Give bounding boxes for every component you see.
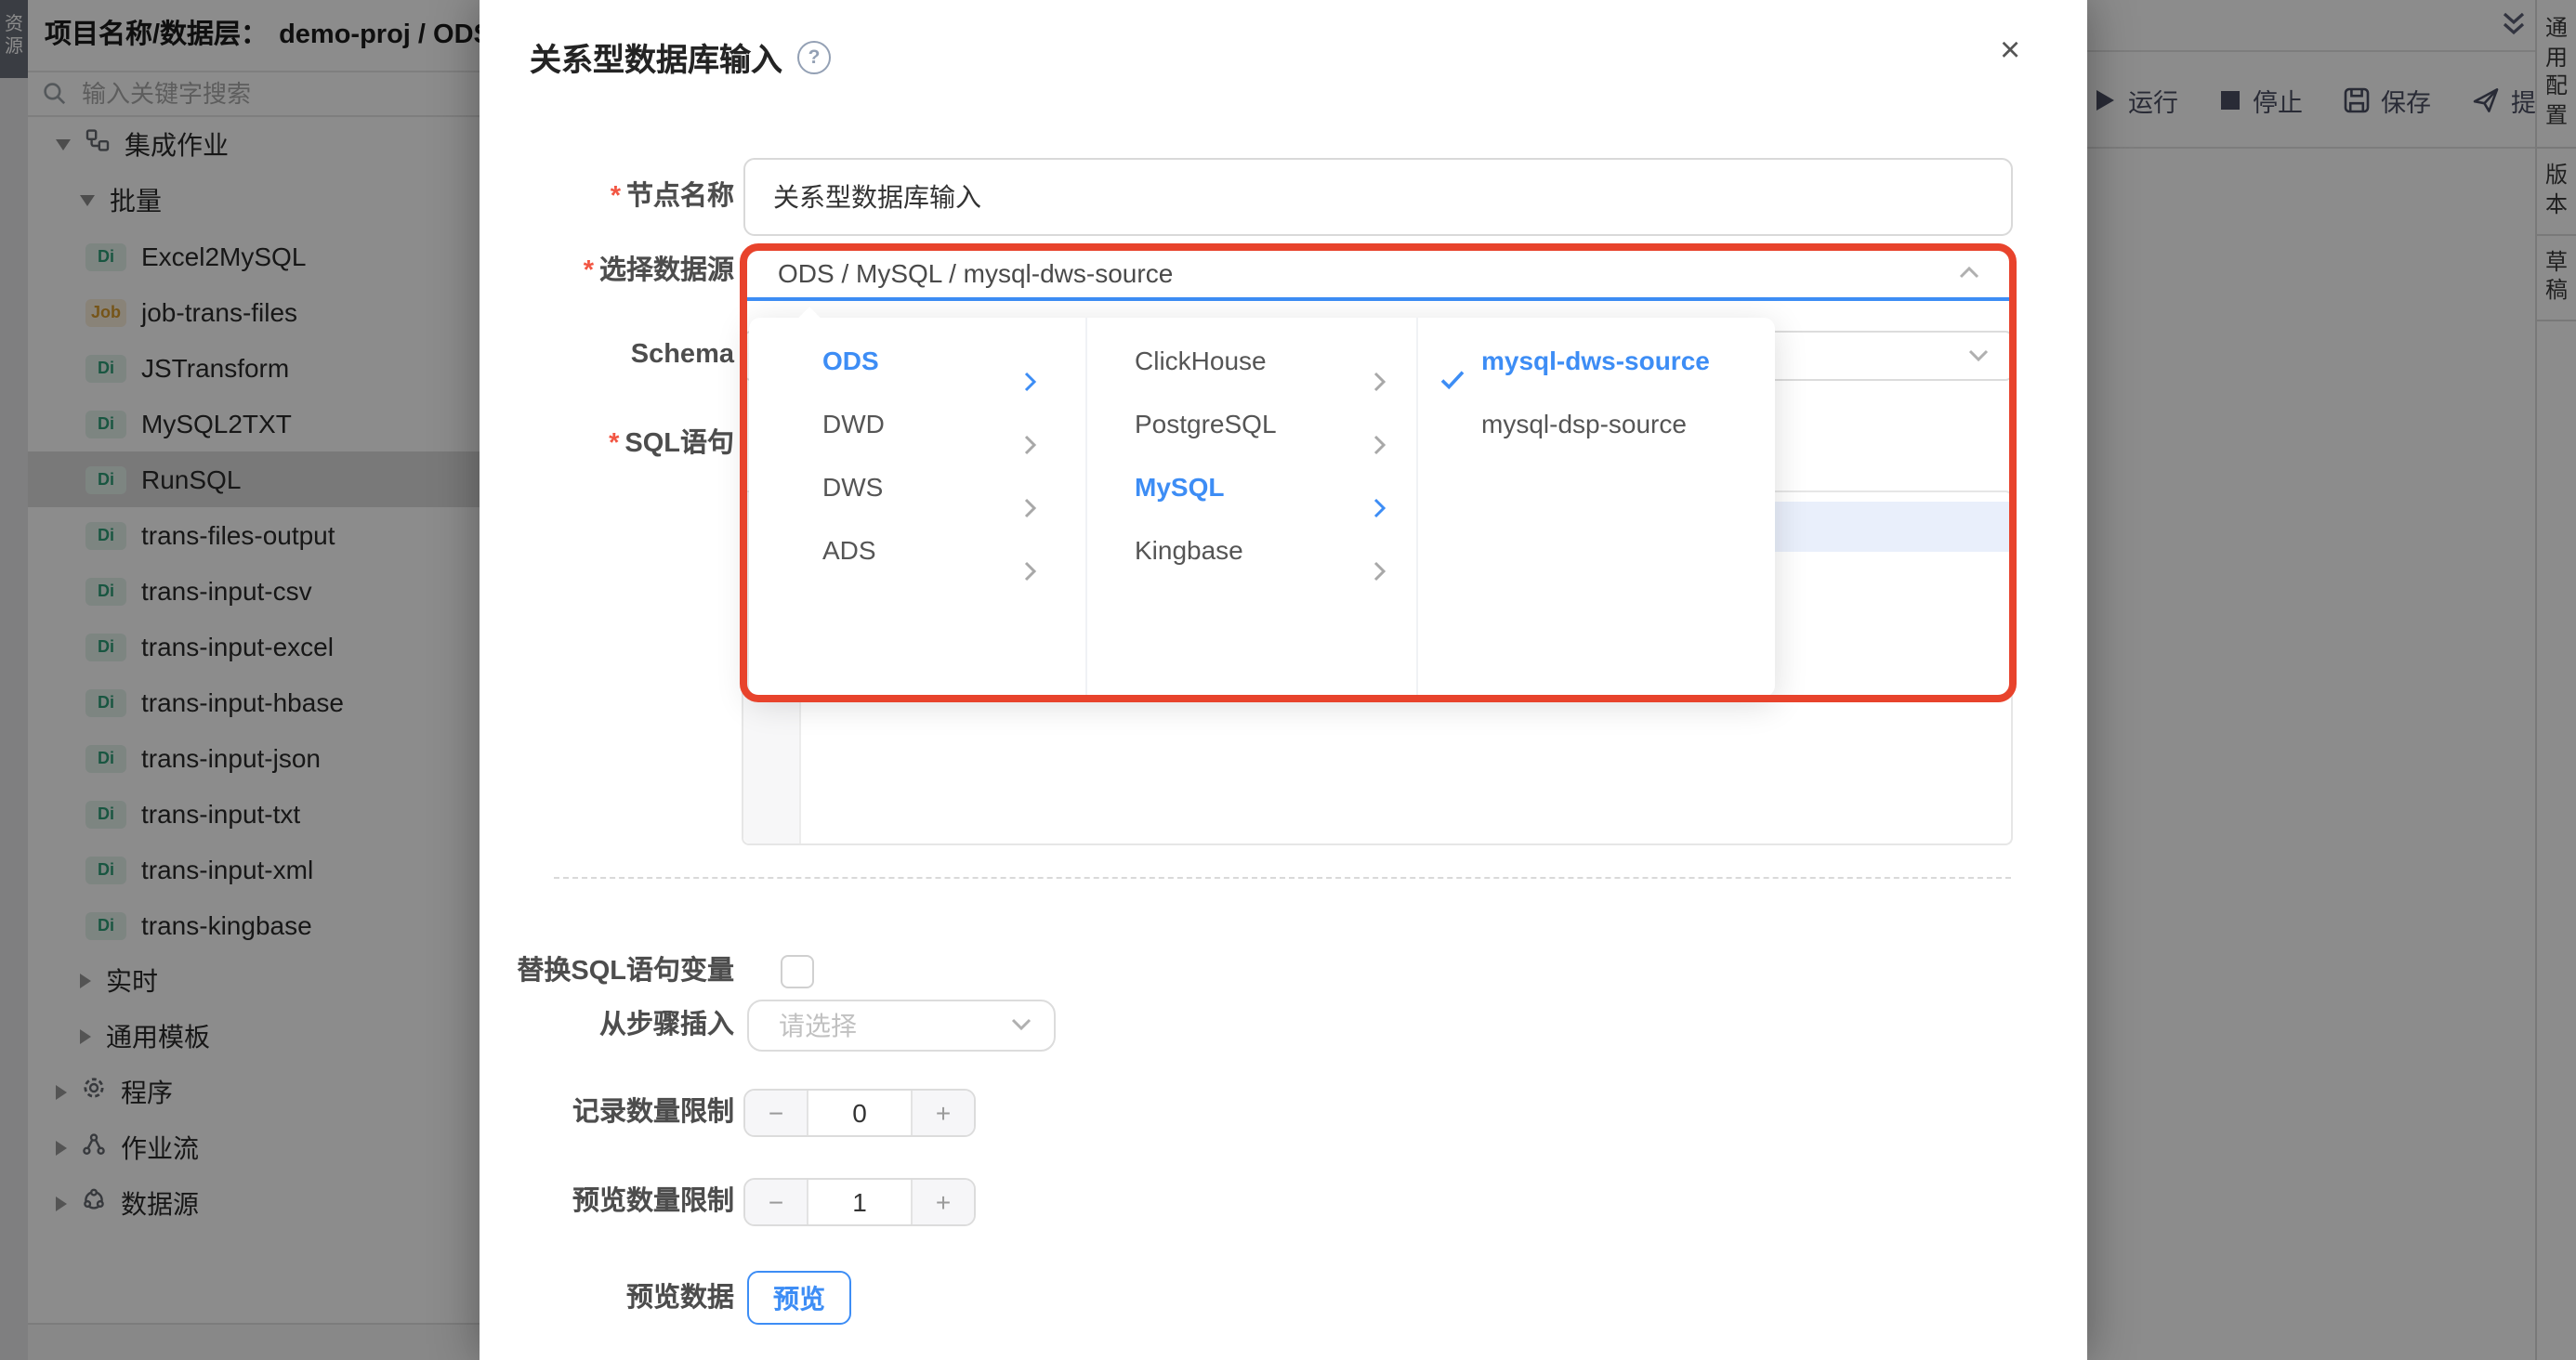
chevron-right-icon	[1023, 541, 1036, 604]
datasource-cascader-panel: ODS DWD DWS ADS ClickHouse PostgreSQL MySQL Kin…	[748, 318, 1775, 697]
chevron-down-icon	[1967, 348, 1988, 361]
insert-step-select[interactable]: 请选择	[747, 999, 1056, 1052]
label-record-limit: 记录数量限制	[480, 1092, 734, 1132]
preview-button[interactable]: 预览	[747, 1271, 851, 1325]
chevron-up-icon	[1958, 266, 1978, 279]
increment-button[interactable]: +	[911, 1090, 974, 1134]
cascader-column-2: ClickHouse PostgreSQL MySQL Kingbase	[1086, 318, 1418, 697]
cascader-option-ClickHouse[interactable]: ClickHouse	[1086, 329, 1416, 392]
cascader-option-label: mysql-dws-source	[1481, 346, 1710, 375]
cascader-column-3: mysql-dws-source mysql-dsp-source	[1418, 318, 1775, 697]
label-insert-step: 从步骤插入	[480, 1004, 734, 1045]
chevron-right-icon	[1373, 541, 1387, 604]
cascader-option-label: ADS	[822, 535, 876, 565]
label-preview-data: 预览数据	[480, 1277, 734, 1318]
cascader-option-PostgreSQL[interactable]: PostgreSQL	[1086, 392, 1416, 455]
preview-limit-value[interactable]: 1	[808, 1180, 911, 1224]
replace-vars-checkbox[interactable]	[781, 954, 814, 987]
help-icon[interactable]: ?	[797, 40, 831, 73]
label-schema: Schema	[480, 334, 734, 375]
dialog-title-text: 关系型数据库输入	[530, 33, 782, 80]
cascader-option-ADS[interactable]: ADS	[748, 518, 1084, 582]
cascader-option-label: ODS	[822, 346, 879, 375]
cascader-option-DWD[interactable]: DWD	[748, 392, 1084, 455]
cascader-column-1: ODS DWD DWS ADS	[748, 318, 1086, 697]
cascader-option-label: PostgreSQL	[1135, 409, 1277, 438]
cascader-option-mysql-dws-source[interactable]: mysql-dws-source	[1418, 329, 1775, 392]
node-name-input[interactable]	[743, 158, 2012, 236]
cascader-option-label: DWD	[822, 409, 885, 438]
record-limit-value[interactable]: 0	[808, 1090, 911, 1134]
cascader-option-DWS[interactable]: DWS	[748, 455, 1084, 518]
record-limit-stepper: − 0 +	[743, 1088, 976, 1136]
chevron-down-icon	[1011, 1019, 1032, 1032]
cascader-option-Kingbase[interactable]: Kingbase	[1086, 518, 1416, 582]
label-sql: *SQL语句	[480, 423, 734, 464]
label-datasource: *选择数据源	[480, 251, 734, 292]
insert-step-placeholder: 请选择	[779, 1000, 857, 1050]
label-node-name: *节点名称	[480, 177, 734, 217]
label-preview-limit: 预览数量限制	[480, 1182, 734, 1223]
decrement-button[interactable]: −	[745, 1180, 808, 1224]
relational-db-input-dialog: 关系型数据库输入 ? × *节点名称 *选择数据源 Schema *SQL语句 …	[480, 0, 2086, 1360]
cascader-option-MySQL[interactable]: MySQL	[1086, 455, 1416, 518]
datasource-select-value: ODS / MySQL / mysql-dws-source	[778, 253, 1173, 294]
decrement-button[interactable]: −	[745, 1090, 808, 1134]
cascader-option-ODS[interactable]: ODS	[748, 329, 1084, 392]
cascader-option-label: ClickHouse	[1135, 346, 1267, 375]
section-divider	[554, 876, 2011, 878]
cascader-option-label: Kingbase	[1135, 535, 1243, 565]
datasource-select[interactable]: ODS / MySQL / mysql-dws-source	[746, 251, 2008, 300]
cascader-option-label: DWS	[822, 472, 883, 502]
cascader-option-label: MySQL	[1135, 472, 1224, 502]
cascader-option-label: mysql-dsp-source	[1481, 409, 1687, 438]
label-replace-vars: 替换SQL语句变量	[480, 950, 734, 991]
preview-limit-stepper: − 1 +	[743, 1178, 976, 1226]
increment-button[interactable]: +	[911, 1180, 974, 1224]
cascader-option-mysql-dsp-source[interactable]: mysql-dsp-source	[1418, 392, 1775, 455]
close-icon[interactable]: ×	[2000, 32, 2020, 72]
dialog-title: 关系型数据库输入 ?	[530, 33, 831, 80]
